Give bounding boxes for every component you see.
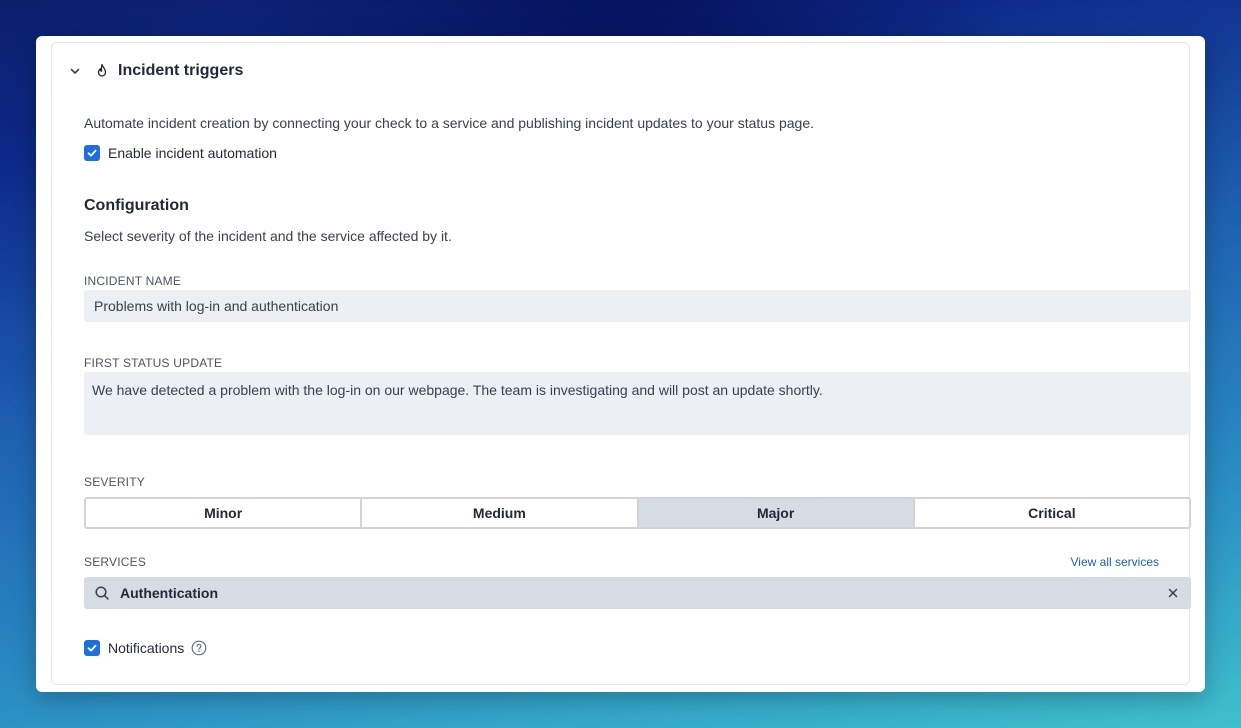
- severity-critical-button[interactable]: Critical: [914, 499, 1189, 527]
- checkbox-checked-icon[interactable]: [84, 640, 100, 656]
- panel-title: Incident triggers: [118, 62, 244, 79]
- severity-label: SEVERITY: [84, 475, 145, 489]
- help-icon[interactable]: [191, 640, 207, 656]
- severity-minor-button[interactable]: Minor: [86, 499, 363, 527]
- incident-name-input[interactable]: Problems with log-in and authentication: [84, 290, 1191, 322]
- search-icon: [94, 585, 110, 601]
- view-all-services-link[interactable]: View all services: [1071, 555, 1159, 569]
- configuration-description: Select severity of the incident and the …: [84, 228, 452, 244]
- flame-icon: [94, 63, 110, 79]
- first-status-update-value: We have detected a problem with the log-…: [92, 382, 823, 398]
- selected-service: Authentication: [120, 585, 218, 601]
- severity-medium-button[interactable]: Medium: [362, 499, 639, 527]
- close-icon[interactable]: [1165, 585, 1181, 601]
- panel-description: Automate incident creation by connecting…: [84, 115, 815, 131]
- window: Incident triggers Automate incident crea…: [36, 36, 1205, 692]
- chevron-down-icon[interactable]: [68, 64, 82, 78]
- notifications-label: Notifications: [108, 640, 185, 656]
- checkbox-checked-icon[interactable]: [84, 145, 100, 161]
- services-search-field[interactable]: Authentication: [84, 577, 1191, 609]
- enable-automation-label: Enable incident automation: [108, 145, 277, 161]
- severity-selector: Minor Medium Major Critical: [84, 497, 1191, 529]
- enable-automation-checkbox[interactable]: Enable incident automation: [84, 145, 277, 161]
- configuration-title: Configuration: [84, 197, 189, 214]
- panel-header[interactable]: Incident triggers: [68, 61, 243, 81]
- incident-triggers-panel: Incident triggers Automate incident crea…: [51, 42, 1191, 685]
- notifications-checkbox[interactable]: Notifications: [84, 640, 207, 656]
- first-status-update-textarea[interactable]: We have detected a problem with the log-…: [84, 372, 1191, 435]
- first-status-update-label: FIRST STATUS UPDATE: [84, 356, 223, 370]
- incident-name-value: Problems with log-in and authentication: [94, 298, 339, 314]
- severity-major-button[interactable]: Major: [638, 499, 915, 527]
- incident-name-label: INCIDENT NAME: [84, 274, 182, 288]
- services-label: SERVICES: [84, 555, 147, 569]
